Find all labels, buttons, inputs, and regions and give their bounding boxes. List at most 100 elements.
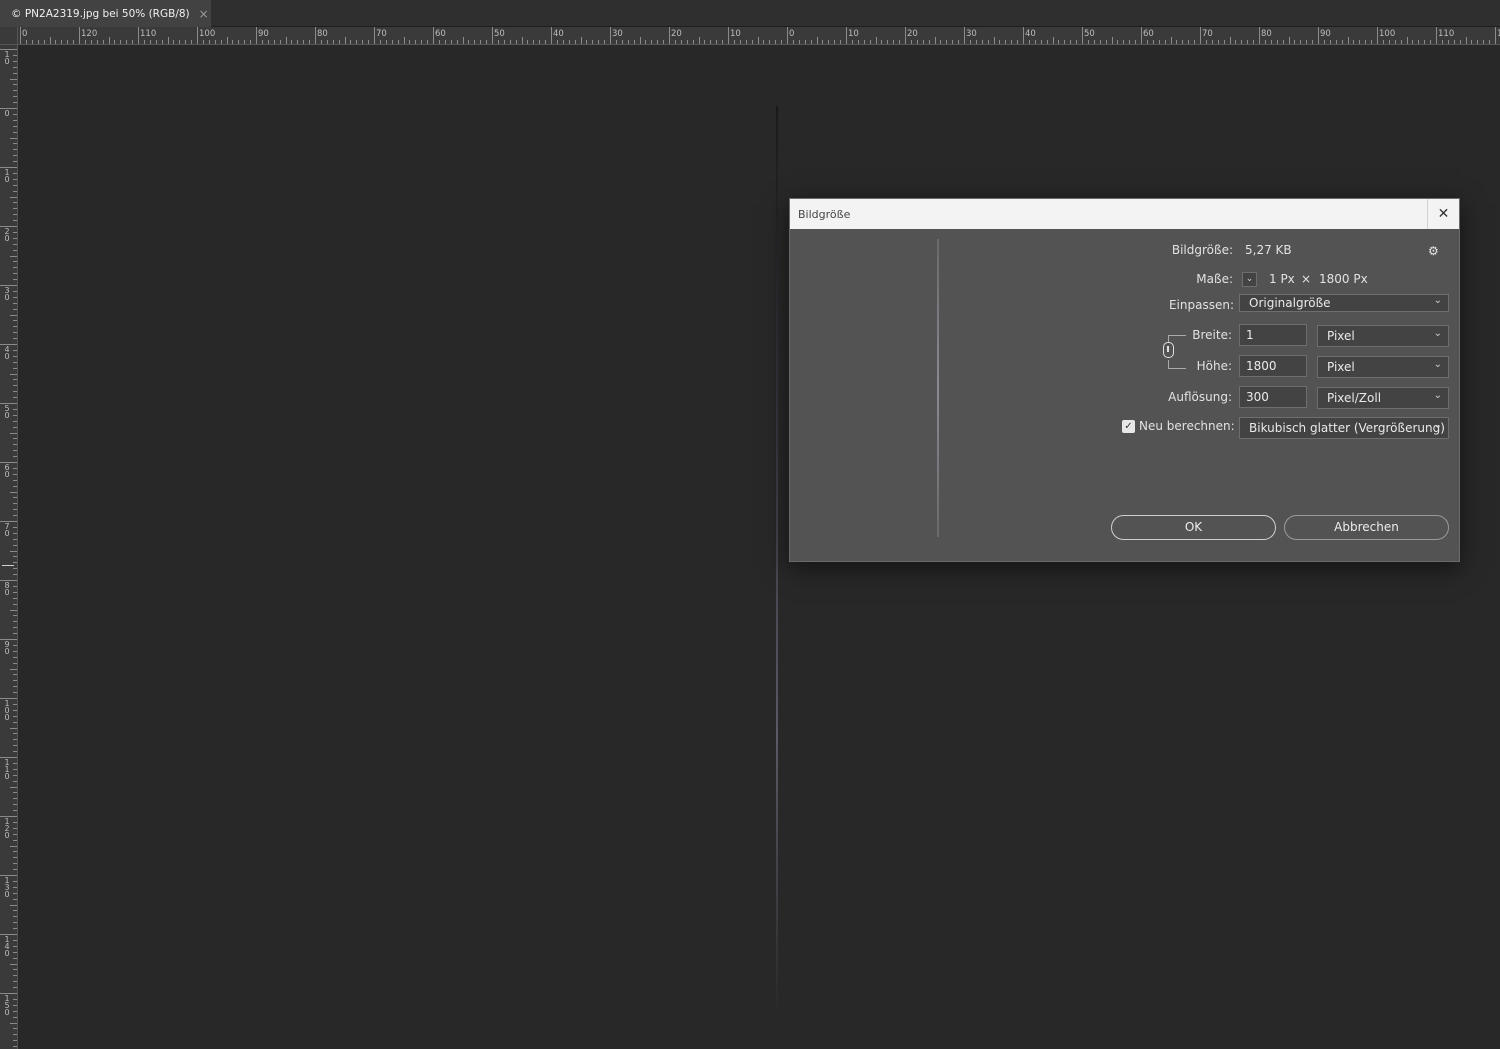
ruler-h-minor-tick xyxy=(987,40,989,44)
ruler-v-minor-tick xyxy=(13,66,17,68)
ruler-v-minor-tick xyxy=(13,72,17,74)
ruler-h-minor-tick xyxy=(722,40,724,44)
ruler-h-minor-tick xyxy=(238,40,240,44)
ruler-h-minor-tick xyxy=(1052,37,1054,44)
ruler-v-minor-tick xyxy=(13,367,17,369)
ruler-h-minor-tick xyxy=(143,40,145,44)
document-tab[interactable]: © PN2A2319.jpg bei 50% (RGB/8) × xyxy=(0,0,211,27)
ruler-h-major-tick xyxy=(728,27,729,44)
ruler-h-minor-tick xyxy=(1359,40,1361,44)
ruler-h-minor-tick xyxy=(1465,37,1467,44)
vertical-ruler[interactable]: 10 0 10 20 30 40 50 60 70 80 90 100 110 120 130 140 150 xyxy=(0,45,18,1049)
ruler-h-minor-tick xyxy=(958,40,960,44)
ruler-h-minor-tick xyxy=(31,40,33,44)
ruler-h-minor-tick xyxy=(120,40,122,44)
ruler-h-minor-tick xyxy=(1123,40,1125,44)
ruler-v-minor-tick xyxy=(13,792,17,794)
height-input[interactable]: 1800 xyxy=(1239,355,1307,377)
ruler-h-minor-tick xyxy=(362,40,364,44)
ruler-v-minor-tick xyxy=(13,326,17,328)
width-unit-select[interactable]: Pixel ⌄ xyxy=(1317,325,1449,347)
ok-button[interactable]: OK xyxy=(1111,515,1276,540)
ruler-h-major-tick xyxy=(1023,27,1024,44)
ruler-v-minor-tick xyxy=(13,54,17,56)
ruler-h-minor-tick xyxy=(1365,40,1367,44)
ruler-h-label: 110 xyxy=(140,29,157,39)
ruler-v-minor-tick xyxy=(13,532,17,534)
ruler-h-minor-tick xyxy=(208,40,210,44)
ruler-v-minor-tick xyxy=(13,249,17,251)
ruler-v-minor-tick xyxy=(13,485,17,487)
ruler-h-minor-tick xyxy=(1294,40,1296,44)
ruler-h-minor-tick xyxy=(1205,40,1207,44)
ruler-h-minor-tick xyxy=(403,37,405,44)
ruler-h-minor-tick xyxy=(173,40,175,44)
ruler-v-minor-tick xyxy=(13,987,17,989)
ruler-h-minor-tick xyxy=(527,40,529,44)
ruler-v-minor-tick xyxy=(13,721,17,723)
ruler-h-minor-tick xyxy=(639,37,641,44)
ruler-v-minor-tick xyxy=(13,568,17,570)
ruler-v-label: 60 xyxy=(4,463,10,479)
close-tab-icon[interactable]: × xyxy=(199,7,209,21)
image-preview[interactable] xyxy=(790,229,1090,563)
ruler-v-minor-tick xyxy=(13,745,17,747)
ruler-h-minor-tick xyxy=(1058,40,1060,44)
ruler-v-minor-tick xyxy=(13,715,17,717)
ruler-v-minor-tick xyxy=(13,1010,17,1012)
ruler-h-minor-tick xyxy=(332,40,334,44)
ruler-h-minor-tick xyxy=(1288,37,1290,44)
ruler-v-minor-tick xyxy=(13,261,17,263)
ruler-h-minor-tick xyxy=(1489,40,1491,44)
ruler-v-minor-tick xyxy=(13,1040,17,1042)
horizontal-ruler[interactable]: 0 120 110 100 90 80 70 60 50 40 30 20 10 0 10 20 30 40 50 6… xyxy=(18,27,1500,45)
ruler-v-minor-tick xyxy=(13,479,17,481)
ruler-h-minor-tick xyxy=(438,40,440,44)
ruler-h-minor-tick xyxy=(250,40,252,44)
ruler-h-minor-tick xyxy=(657,40,659,44)
ruler-h-major-tick xyxy=(610,27,611,44)
ruler-h-minor-tick xyxy=(1176,40,1178,44)
cancel-button[interactable]: Abbrechen xyxy=(1284,515,1449,540)
dimensions-unit-toggle[interactable]: ⌄ xyxy=(1242,272,1257,287)
resample-method-select[interactable]: Bikubisch glatter (Vergrößerung) ⌄ xyxy=(1239,417,1449,439)
ruler-h-minor-tick xyxy=(391,40,393,44)
link-chain-icon[interactable] xyxy=(1163,342,1174,358)
ruler-origin[interactable] xyxy=(0,27,18,45)
ruler-h-minor-tick xyxy=(993,37,995,44)
ruler-h-minor-tick xyxy=(1034,40,1036,44)
ruler-h-minor-tick xyxy=(922,40,924,44)
chevron-down-icon: ⌄ xyxy=(1433,420,1442,431)
ruler-h-minor-tick xyxy=(757,37,759,44)
ruler-h-label: 90 xyxy=(258,29,269,39)
fit-select[interactable]: Originalgröße ⌄ xyxy=(1239,294,1449,312)
ruler-h-minor-tick xyxy=(592,40,594,44)
close-dialog-icon[interactable]: ✕ xyxy=(1427,199,1459,229)
ruler-v-minor-tick xyxy=(13,1046,17,1048)
ruler-h-major-tick xyxy=(1082,27,1083,44)
ruler-h-minor-tick xyxy=(444,40,446,44)
ruler-h-minor-tick xyxy=(90,40,92,44)
resolution-unit-select[interactable]: Pixel/Zoll ⌄ xyxy=(1317,387,1449,409)
ruler-v-label: 140 xyxy=(4,935,10,958)
height-unit-select[interactable]: Pixel ⌄ xyxy=(1317,356,1449,378)
resample-checkbox[interactable]: ✓ xyxy=(1122,420,1135,433)
gear-icon[interactable]: ⚙ xyxy=(1428,244,1439,258)
ruler-h-minor-tick xyxy=(1329,40,1331,44)
ruler-v-minor-tick xyxy=(13,969,17,971)
dialog-title: Bildgröße xyxy=(790,199,1427,229)
ruler-h-minor-tick xyxy=(1164,40,1166,44)
ruler-h-minor-tick xyxy=(515,40,517,44)
resolution-input[interactable]: 300 xyxy=(1239,386,1307,408)
ruler-h-major-tick xyxy=(79,27,80,44)
ruler-h-minor-tick xyxy=(586,40,588,44)
ruler-h-minor-tick xyxy=(1182,40,1184,44)
ruler-h-minor-tick xyxy=(1483,40,1485,44)
width-input[interactable]: 1 xyxy=(1239,324,1307,346)
ruler-v-minor-tick xyxy=(13,190,17,192)
ruler-h-minor-tick xyxy=(952,40,954,44)
ruler-h-minor-tick xyxy=(509,40,511,44)
ruler-v-minor-tick xyxy=(13,615,17,617)
ruler-v-minor-tick xyxy=(13,916,17,918)
ruler-v-label: 30 xyxy=(4,286,10,302)
